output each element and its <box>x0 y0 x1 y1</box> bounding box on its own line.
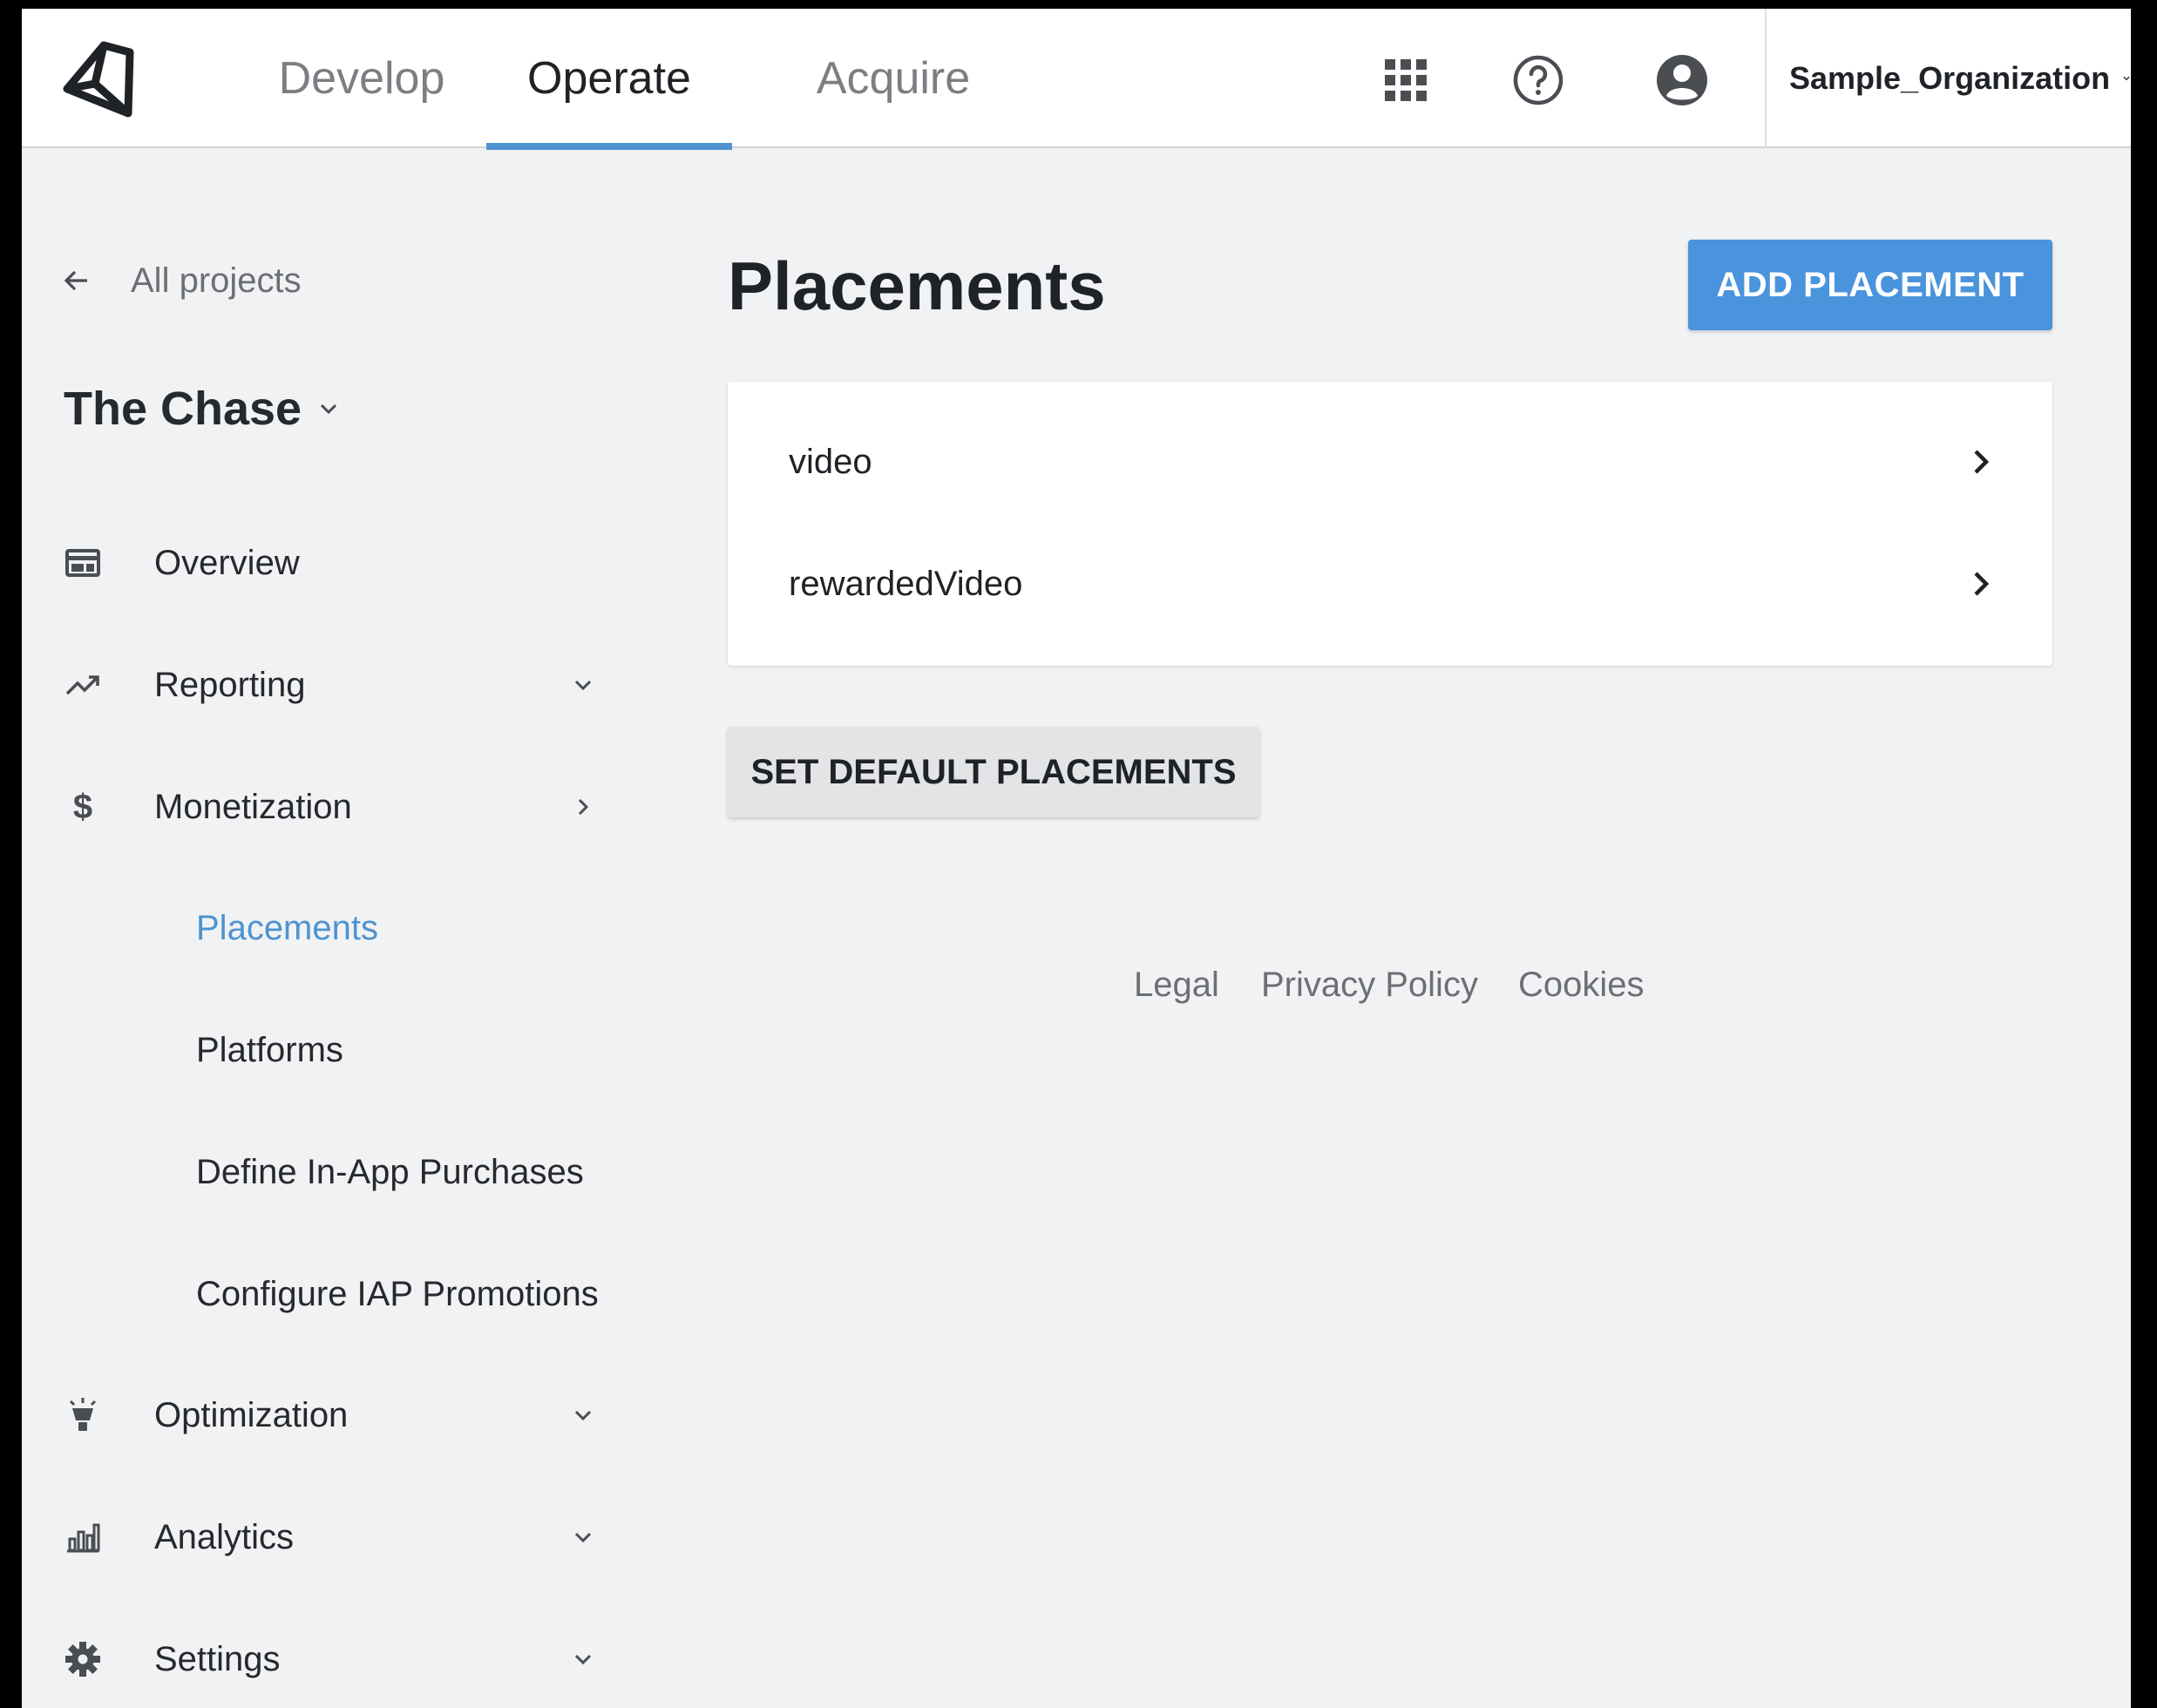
project-switcher[interactable]: The Chase <box>64 378 340 439</box>
trending-up-icon <box>65 675 99 695</box>
help-icon[interactable] <box>1512 54 1564 106</box>
sidebar-item-overview[interactable]: Overview <box>22 524 632 602</box>
chevron-down-icon <box>321 403 337 415</box>
sidebar-item-label: Optimization <box>154 1395 349 1434</box>
sidebar-item-label: Reporting <box>154 665 306 704</box>
chevron-right-icon <box>578 798 589 816</box>
organization-name: Sample_Organization <box>1789 60 2111 96</box>
all-projects-label: All projects <box>131 261 302 300</box>
sidebar-item-analytics[interactable]: Analytics <box>22 1498 632 1576</box>
tab-acquire[interactable]: Acquire <box>789 9 998 148</box>
tab-develop[interactable]: Develop <box>257 9 466 148</box>
sidebar-subitem-configure-iap-promotions[interactable]: Configure IAP Promotions <box>196 1259 599 1329</box>
placement-name: video <box>789 442 872 481</box>
placement-row-video[interactable]: video <box>728 401 2052 523</box>
placement-row-rewardedvideo[interactable]: rewardedVideo <box>728 523 2052 645</box>
placement-name: rewardedVideo <box>789 564 1023 603</box>
footer-link-legal[interactable]: Legal <box>1134 966 1219 1005</box>
tab-operate[interactable]: Operate <box>486 9 732 150</box>
all-projects-link[interactable]: All projects <box>61 254 302 307</box>
tab-acquire-label: Acquire <box>816 53 971 104</box>
gear-icon <box>65 1642 100 1677</box>
add-placement-button[interactable]: ADD PLACEMENT <box>1688 240 2052 330</box>
sidebar: All projects The Chase Overview Reportin… <box>22 150 684 1708</box>
tab-develop-label: Develop <box>278 53 445 104</box>
account-icon[interactable] <box>1656 54 1708 106</box>
chevron-right-icon <box>1974 450 1990 474</box>
app-window: Develop Operate Acquire Sample_Organizat… <box>22 9 2131 1708</box>
chevron-down-icon <box>574 1532 592 1543</box>
placements-list: video rewardedVideo <box>728 382 2052 666</box>
footer-link-cookies[interactable]: Cookies <box>1518 966 1645 1005</box>
overview-icon <box>65 549 100 577</box>
tab-operate-label: Operate <box>527 53 691 104</box>
footer-link-privacy-policy[interactable]: Privacy Policy <box>1261 966 1478 1005</box>
sidebar-item-label: Analytics <box>154 1517 295 1556</box>
chevron-right-icon <box>1974 572 1990 596</box>
chevron-down-icon <box>574 680 592 691</box>
sidebar-item-settings[interactable]: Settings <box>22 1620 632 1698</box>
sidebar-item-reporting[interactable]: Reporting <box>22 646 632 724</box>
sidebar-subitem-define-iap[interactable]: Define In-App Purchases <box>196 1137 584 1207</box>
page-title: Placements <box>728 247 1106 324</box>
set-default-placements-button[interactable]: SET DEFAULT PLACEMENTS <box>728 727 1259 817</box>
bar-chart-icon <box>67 1523 100 1553</box>
chevron-down-icon <box>574 1654 592 1665</box>
apps-grid-icon[interactable] <box>1380 54 1432 106</box>
top-navigation-bar: Develop Operate Acquire Sample_Organizat… <box>22 9 2131 150</box>
project-name: The Chase <box>64 383 302 435</box>
sidebar-item-label: Settings <box>154 1639 281 1678</box>
sidebar-item-monetization[interactable]: $ Monetization <box>22 768 632 846</box>
sidebar-item-optimization[interactable]: Optimization <box>22 1376 632 1454</box>
organization-switcher[interactable]: Sample_Organization <box>1767 9 2131 148</box>
sidebar-item-label: Overview <box>154 543 300 582</box>
lightbulb-icon <box>69 1398 97 1431</box>
chevron-down-icon <box>2123 76 2130 81</box>
active-tab-indicator <box>486 143 732 150</box>
dollar-icon: $ <box>72 787 93 826</box>
arrow-left-icon <box>64 270 87 291</box>
sidebar-subitem-platforms[interactable]: Platforms <box>196 1015 343 1085</box>
sidebar-item-label: Monetization <box>154 787 352 826</box>
sidebar-subitem-placements[interactable]: Placements <box>196 893 378 963</box>
chevron-down-icon <box>574 1410 592 1421</box>
unity-logo-icon[interactable] <box>60 40 135 119</box>
